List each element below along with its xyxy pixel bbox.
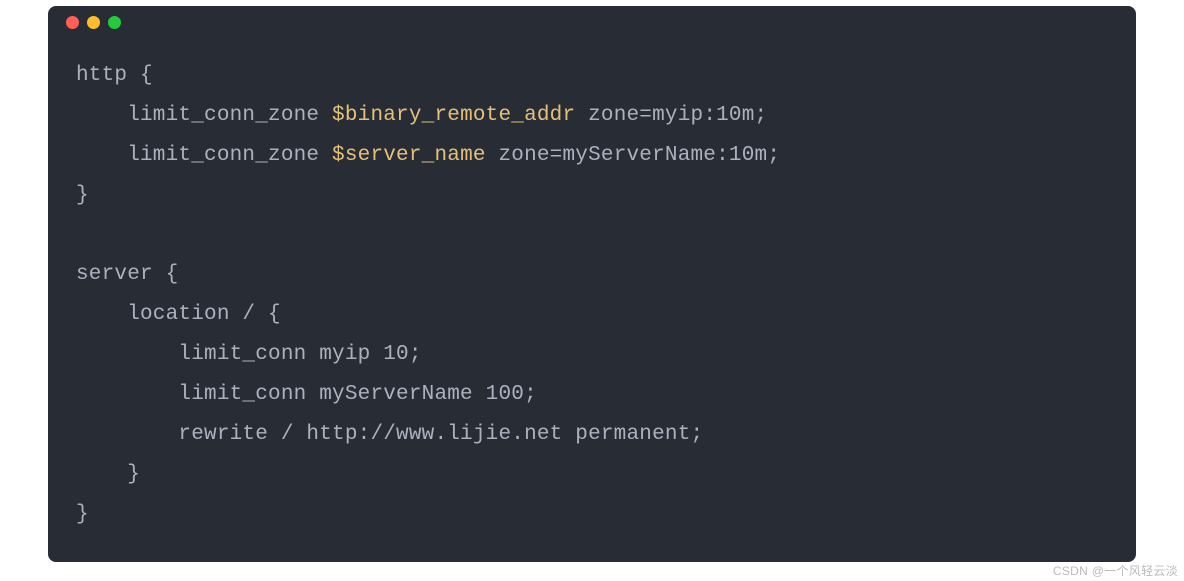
code-variable: $binary_remote_addr xyxy=(332,104,575,127)
code-line: } xyxy=(76,184,89,207)
code-line: rewrite / http://www.lijie.net permanent… xyxy=(76,423,703,446)
traffic-light-close-icon xyxy=(66,16,79,29)
code-line: limit_conn_zone $binary_remote_addr zone… xyxy=(76,104,767,127)
code-block: http { limit_conn_zone $binary_remote_ad… xyxy=(48,38,1136,555)
code-line: http { xyxy=(76,64,153,87)
code-text: limit_conn_zone xyxy=(76,144,332,167)
code-line: server { xyxy=(76,263,178,286)
window-titlebar xyxy=(48,6,1136,38)
code-line: limit_conn myip 10; xyxy=(76,343,422,366)
code-line: } xyxy=(76,503,89,526)
code-window: http { limit_conn_zone $binary_remote_ad… xyxy=(48,6,1136,562)
code-line: limit_conn myServerName 100; xyxy=(76,383,537,406)
traffic-light-minimize-icon xyxy=(87,16,100,29)
code-line: limit_conn_zone $server_name zone=myServ… xyxy=(76,144,780,167)
code-text: zone=myServerName:10m; xyxy=(486,144,780,167)
code-text: limit_conn_zone xyxy=(76,104,332,127)
code-line: location / { xyxy=(76,303,281,326)
code-line: } xyxy=(76,463,140,486)
code-text: zone=myip:10m; xyxy=(575,104,767,127)
watermark-text: CSDN @一个风轻云淡 xyxy=(1053,562,1178,579)
code-variable: $server_name xyxy=(332,144,486,167)
traffic-light-zoom-icon xyxy=(108,16,121,29)
